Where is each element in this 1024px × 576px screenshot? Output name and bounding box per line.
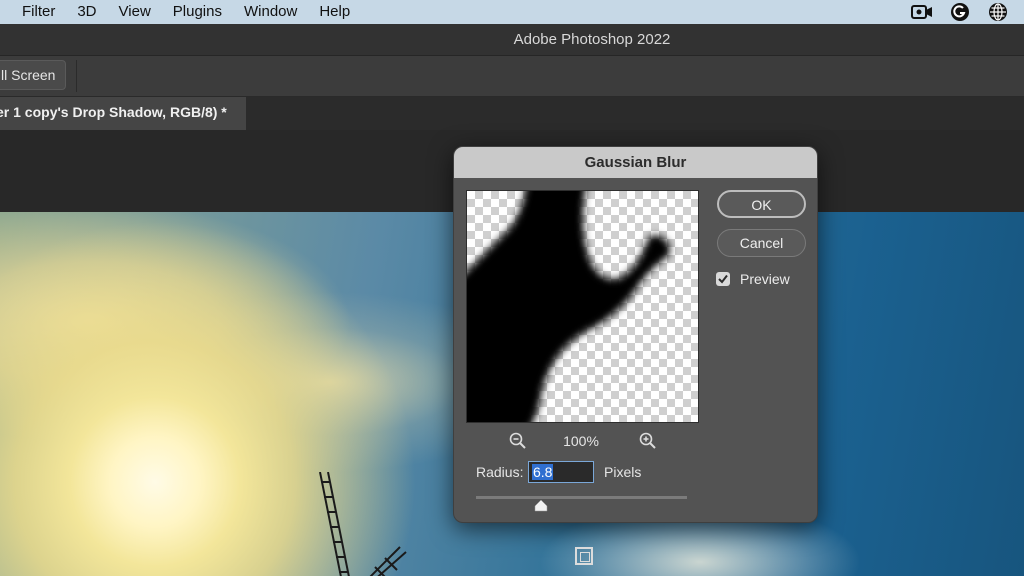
- preview-toggle[interactable]: Preview: [716, 271, 790, 287]
- menu-plugins[interactable]: Plugins: [162, 0, 233, 24]
- screen-record-icon[interactable]: [910, 0, 934, 24]
- radius-value: 6.8: [532, 464, 554, 480]
- radius-row: Radius: 6.8 Pixels: [476, 461, 806, 483]
- menubar-status-icons: [910, 0, 1024, 24]
- screen-mode-icon[interactable]: [575, 547, 593, 565]
- radius-label: Radius:: [476, 464, 524, 480]
- slider-thumb[interactable]: [534, 500, 548, 512]
- zoom-controls: 100%: [466, 431, 699, 453]
- document-tab[interactable]: er 1 copy's Drop Shadow, RGB/8) *: [0, 97, 246, 130]
- cancel-button[interactable]: Cancel: [717, 229, 806, 257]
- radius-unit-label: Pixels: [604, 464, 642, 480]
- windmill-silhouette: [319, 472, 407, 576]
- zoom-out-icon[interactable]: [508, 431, 528, 451]
- menu-3d[interactable]: 3D: [66, 0, 107, 24]
- preview-checkbox[interactable]: [716, 272, 730, 286]
- zoom-in-icon[interactable]: [638, 431, 658, 451]
- zoom-level: 100%: [563, 433, 599, 449]
- window-titlebar: Adobe Photoshop 2022: [0, 24, 1024, 56]
- blurred-shape-preview: [467, 191, 670, 422]
- menu-help[interactable]: Help: [308, 0, 361, 24]
- options-bar: ll Screen: [0, 56, 1024, 97]
- blur-preview-area[interactable]: [466, 190, 699, 423]
- document-tab-bar: er 1 copy's Drop Shadow, RGB/8) *: [0, 97, 1024, 130]
- window-title: Adobe Photoshop 2022: [513, 31, 671, 48]
- menu-view[interactable]: View: [108, 0, 162, 24]
- gaussian-blur-dialog: Gaussian Blur OK Cancel Preview 100% Rad…: [453, 146, 818, 523]
- globe-icon[interactable]: [986, 0, 1010, 24]
- ok-button[interactable]: OK: [717, 190, 806, 218]
- app-g-icon[interactable]: [948, 0, 972, 24]
- preview-label: Preview: [740, 271, 790, 287]
- checkmark-icon: [718, 274, 728, 284]
- full-screen-button[interactable]: ll Screen: [0, 60, 66, 90]
- dialog-title: Gaussian Blur: [454, 147, 817, 178]
- slider-track[interactable]: [476, 496, 687, 499]
- menu-filter[interactable]: Filter: [0, 0, 66, 24]
- radius-input[interactable]: 6.8: [528, 461, 594, 483]
- options-divider: [76, 60, 77, 92]
- radius-slider[interactable]: [476, 494, 687, 514]
- system-menubar: Filter 3D View Plugins Window Help: [0, 0, 1024, 24]
- menu-window[interactable]: Window: [233, 0, 308, 24]
